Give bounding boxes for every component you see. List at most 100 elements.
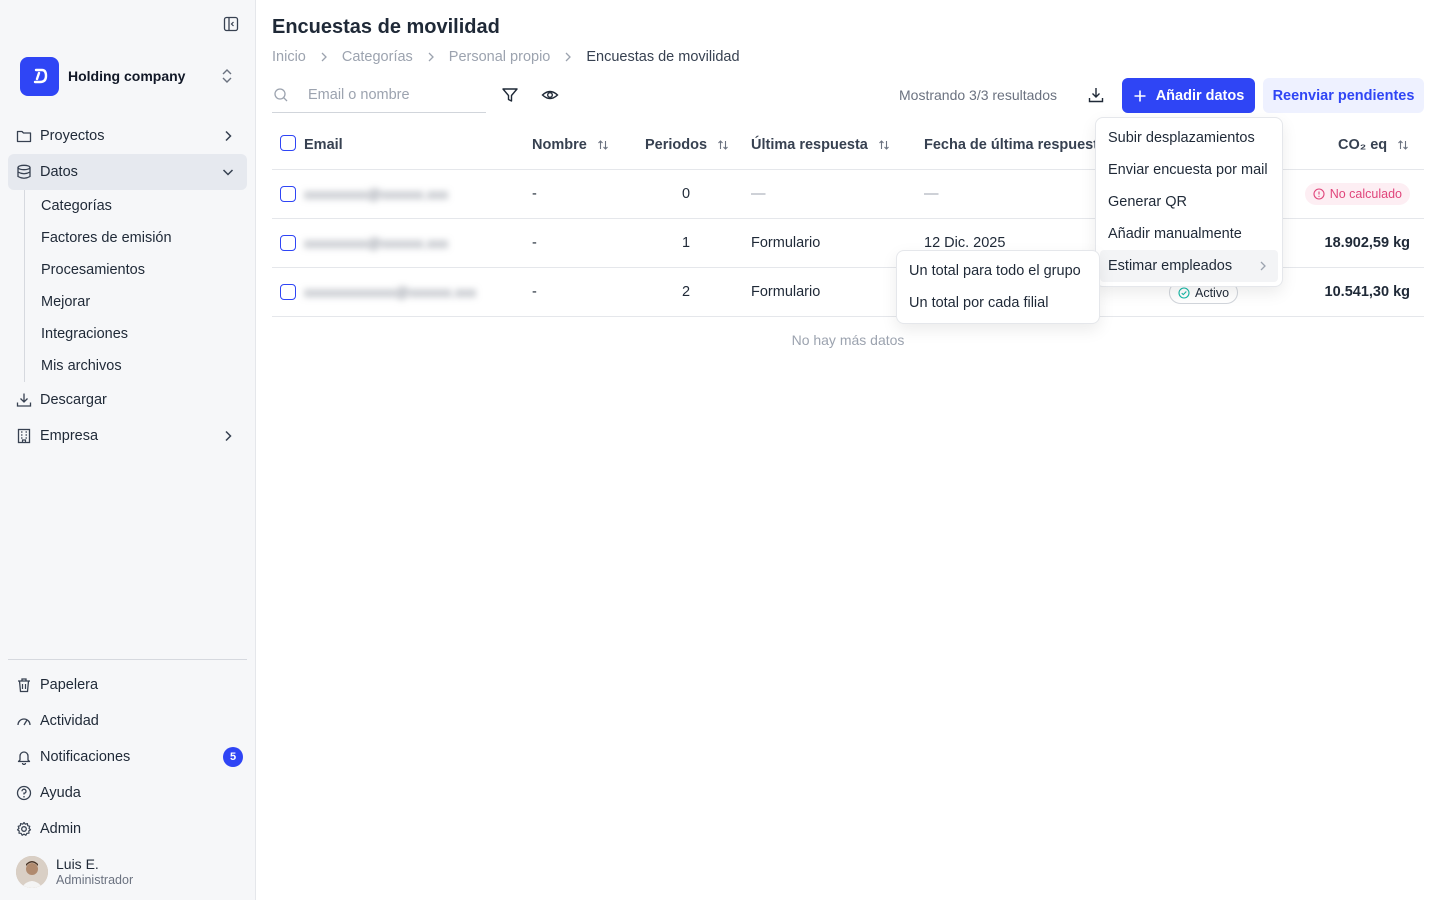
export-download-icon[interactable] [1087, 86, 1105, 104]
user-name: Luis E. [56, 856, 99, 872]
status-badge: No calculado [1304, 183, 1410, 205]
no-more-data-text: No hay más datos [791, 332, 905, 348]
breadcrumb-current: Encuestas de movilidad [586, 49, 740, 65]
sidebar-item-notificaciones[interactable]: Notificaciones 5 [8, 739, 247, 775]
resend-pending-button[interactable]: Reenviar pendientes [1263, 78, 1424, 113]
column-header-email: Email [304, 137, 343, 153]
sidebar-item-label: Datos [40, 164, 78, 180]
sort-icon [878, 139, 890, 151]
results-count: Mostrando 3/3 resultados [899, 87, 1057, 103]
eye-icon[interactable] [541, 86, 559, 104]
user-role: Administrador [56, 873, 134, 887]
breadcrumb-categorias[interactable]: Categorías [342, 49, 413, 65]
breadcrumb-separator-icon [427, 51, 435, 63]
periodos-cell: 0 [682, 186, 691, 202]
email-cell: xxxxxxxxx@xxxxxx.xxx [304, 235, 449, 251]
email-cell: xxxxxxxxx@xxxxxx.xxx [304, 186, 449, 202]
breadcrumb-inicio[interactable]: Inicio [272, 49, 306, 65]
menu-item-subir-desplazamientos[interactable]: Subir desplazamientos [1100, 122, 1278, 154]
sidebar-item-ayuda[interactable]: Ayuda [8, 775, 247, 811]
add-data-button[interactable]: Añadir datos [1122, 78, 1255, 113]
sidebar-subitem-factores[interactable]: Factores de emisión [25, 222, 247, 254]
nombre-cell: - [532, 235, 537, 251]
breadcrumb: Inicio Categorías Personal propio Encues… [272, 49, 740, 65]
menu-item-estimar-empleados[interactable]: Estimar empleados [1100, 250, 1278, 282]
menu-item-generar-qr[interactable]: Generar QR [1100, 186, 1278, 218]
column-label: CO₂ eq [1338, 137, 1388, 153]
download-icon [16, 392, 32, 408]
toolbar: Mostrando 3/3 resultados Añadir datos Re… [272, 78, 1424, 114]
sidebar-subitem-procesamientos[interactable]: Procesamientos [25, 254, 247, 286]
datos-subnav: Categorías Factores de emisión Procesami… [24, 190, 247, 382]
menu-item-enviar-encuesta[interactable]: Enviar encuesta por mail [1100, 154, 1278, 186]
estimate-employees-submenu: Un total para todo el grupo Un total por… [896, 250, 1100, 324]
user-profile[interactable]: Luis E. Administrador [16, 856, 133, 888]
check-circle-icon [1178, 286, 1190, 299]
sidebar-item-empresa[interactable]: Empresa [8, 418, 247, 454]
status-label: Activo [1195, 285, 1230, 300]
row-checkbox[interactable] [280, 284, 296, 300]
chevron-right-icon [1258, 260, 1268, 272]
search-icon [273, 87, 289, 103]
chevron-down-icon [221, 165, 235, 179]
column-header-nombre[interactable]: Nombre [532, 137, 609, 153]
trash-icon [16, 677, 32, 693]
sidebar-item-label: Proyectos [40, 128, 105, 144]
bottom-nav: Papelera Actividad Notificaciones 5 Ayud… [8, 659, 247, 847]
sidebar-subitem-integraciones[interactable]: Integraciones [25, 318, 247, 350]
bell-icon [16, 749, 32, 765]
ultima-cell: Formulario [751, 284, 821, 300]
sidebar-subitem-mejorar[interactable]: Mejorar [25, 286, 247, 318]
row-checkbox[interactable] [280, 235, 296, 251]
column-header-co2[interactable]: CO₂ eq [1338, 137, 1409, 153]
column-header-ultima-respuesta[interactable]: Última respuesta [751, 137, 890, 153]
sidebar-item-papelera[interactable]: Papelera [8, 667, 247, 703]
sidebar-item-label: Papelera [40, 677, 99, 693]
main-nav: Proyectos Datos Categorías Factores de e… [8, 118, 247, 454]
chevron-right-icon [221, 129, 235, 143]
breadcrumb-personal-propio[interactable]: Personal propio [449, 49, 551, 65]
sort-icon [717, 139, 729, 151]
co2-cell: 10.541,30 kg [1324, 284, 1410, 300]
breadcrumb-separator-icon [564, 51, 572, 63]
fecha-cell: 12 Dic. 2025 [924, 235, 1006, 251]
column-label: Nombre [532, 137, 587, 153]
page-title: Encuestas de movilidad [272, 16, 500, 38]
column-label: Última respuesta [751, 137, 868, 153]
sort-icon [1397, 139, 1409, 151]
sidebar-subitem-categorias[interactable]: Categorías [25, 190, 247, 222]
search-box [272, 78, 486, 113]
sidebar-item-label: Notificaciones [40, 749, 131, 765]
folder-icon [16, 128, 32, 144]
add-data-menu: Subir desplazamientos Enviar encuesta po… [1095, 117, 1283, 287]
sidebar-item-datos[interactable]: Datos [8, 154, 247, 190]
chevron-right-icon [221, 429, 235, 443]
menu-item-anadir-manualmente[interactable]: Añadir manualmente [1100, 218, 1278, 250]
search-input[interactable] [308, 87, 478, 103]
select-all-checkbox[interactable] [280, 135, 296, 151]
row-checkbox[interactable] [280, 186, 296, 202]
menu-item-total-filial[interactable]: Un total por cada filial [901, 287, 1095, 319]
column-header-periodos[interactable]: Periodos [645, 137, 729, 153]
add-data-label: Añadir datos [1155, 87, 1245, 104]
menu-item-total-grupo[interactable]: Un total para todo el grupo [901, 255, 1095, 287]
email-cell: xxxxxxxxxxxxx@xxxxxx.xxx [304, 284, 477, 300]
filter-icon[interactable] [501, 86, 519, 104]
fecha-cell: — [924, 186, 939, 202]
sidebar-collapse-icon[interactable] [222, 15, 240, 33]
nombre-cell: - [532, 186, 537, 202]
sidebar-item-descargar[interactable]: Descargar [8, 382, 247, 418]
sidebar-item-label: Empresa [40, 428, 99, 444]
sidebar-subitem-archivos[interactable]: Mis archivos [25, 350, 247, 382]
sidebar-item-proyectos[interactable]: Proyectos [8, 118, 247, 154]
ultima-cell: Formulario [751, 235, 821, 251]
company-switcher[interactable]: Holding company [20, 56, 240, 96]
column-header-fecha[interactable]: Fecha de última respuesta [924, 137, 1106, 153]
nombre-cell: - [532, 284, 537, 300]
menu-item-label: Estimar empleados [1108, 258, 1233, 274]
company-logo [20, 56, 59, 96]
sidebar-item-actividad[interactable]: Actividad [8, 703, 247, 739]
alert-circle-icon [1313, 188, 1325, 200]
building-icon [16, 428, 32, 444]
sidebar-item-admin[interactable]: Admin [8, 811, 247, 847]
